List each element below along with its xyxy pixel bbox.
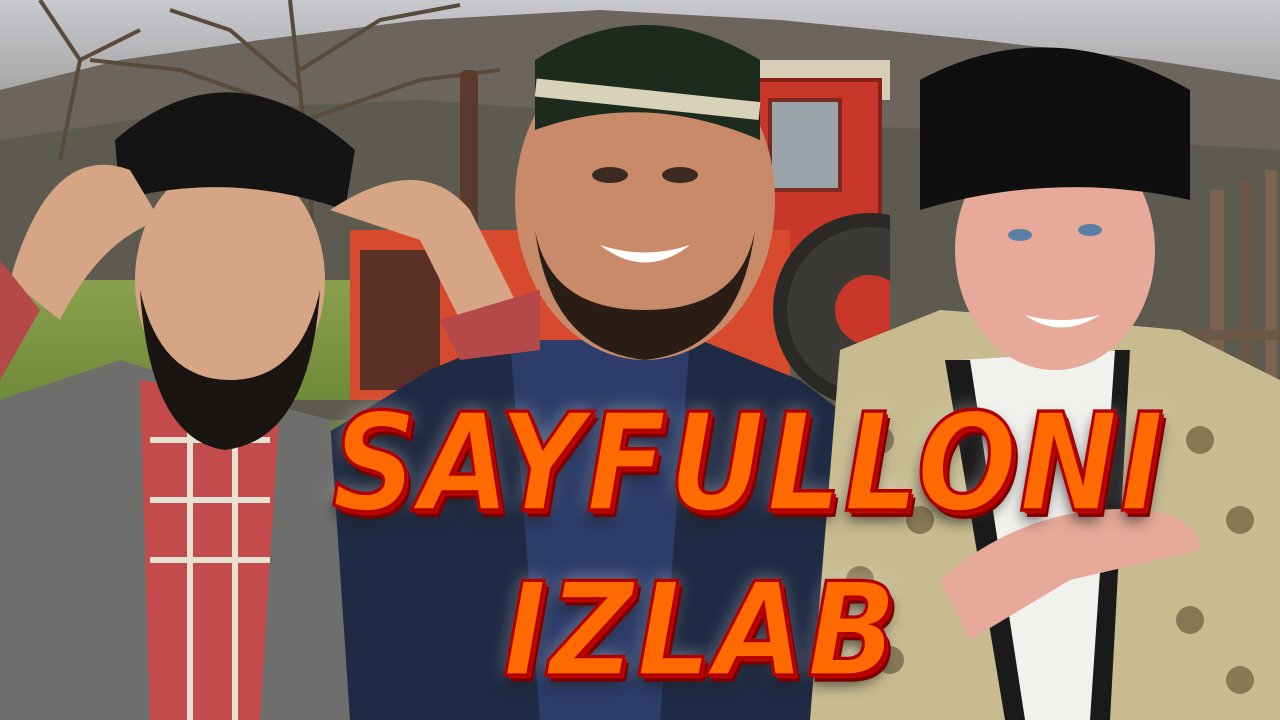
right-man <box>810 47 1280 720</box>
thumbnail-scene: SAYFULLONI IZLAB <box>0 0 1280 720</box>
left-man <box>0 92 540 720</box>
